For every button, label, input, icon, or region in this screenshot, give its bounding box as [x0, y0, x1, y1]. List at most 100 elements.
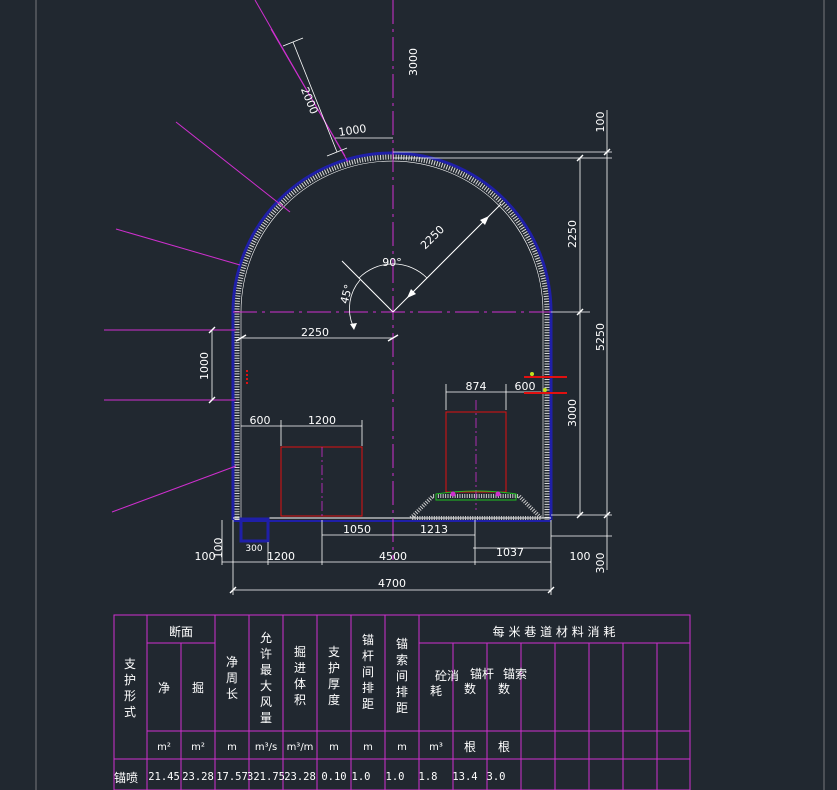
- hdr-char: 支: [328, 645, 340, 659]
- dimension-labels: 2000 1000 3000 100 2250 5250 3000 2250 9…: [195, 48, 608, 590]
- angle-arrow-45: [350, 323, 357, 330]
- hdr-char: 最: [260, 663, 272, 677]
- hdr-char: 锚: [503, 666, 515, 681]
- cell-bolt-count: 13.4: [452, 771, 477, 783]
- hdr-char: 排: [396, 685, 408, 699]
- dim-label-100-vertical-left: 100: [212, 538, 225, 559]
- dim-label-600-left: 600: [250, 414, 271, 427]
- header-cable-count: 锚 索 数: [498, 666, 527, 696]
- hdr-char: 许: [260, 647, 272, 661]
- unit-support-thickness: m: [329, 742, 339, 753]
- dim-label-3000-right: 3000: [566, 399, 579, 427]
- header-support-thickness: 支 护 厚 度: [328, 645, 340, 707]
- dim-label-1200-bottom: 1200: [267, 550, 295, 563]
- hdr-char: 长: [226, 687, 238, 701]
- header-bolt-spacing: 锚 杆 间 排 距: [362, 632, 374, 711]
- hdr-char: 允: [260, 630, 272, 645]
- header-cable-spacing: 锚 索 间 排 距: [396, 636, 408, 715]
- dim-label-radius: 2250: [418, 223, 447, 252]
- cable-marker-2: [543, 388, 547, 392]
- header-net-perimeter: 净 周 长: [226, 655, 238, 701]
- cell-cable-count: 3.0: [487, 771, 506, 783]
- dim-2000-ext1: [282, 37, 304, 47]
- hdr-char: 护: [328, 661, 340, 675]
- hdr-char: 进: [294, 661, 306, 675]
- dim-label-3000-top: 3000: [407, 48, 420, 76]
- dim-label-2000: 2000: [298, 85, 321, 116]
- hdr-char: 距: [362, 697, 374, 711]
- cad-drawing-canvas: 2000 1000 3000 100 2250 5250 3000 2250 9…: [35, 0, 825, 790]
- header-support-form-2: 护: [124, 673, 136, 687]
- hdr-char: 索: [396, 653, 408, 667]
- radius-dim-line: [406, 215, 490, 299]
- cell-concrete: 1.8: [419, 771, 438, 783]
- dim-label-300-bottom-left: 300: [245, 544, 262, 554]
- dim-label-100-bottom-right: 100: [570, 550, 591, 563]
- unit-max-airflow: m³/s: [255, 742, 277, 753]
- hdr-char: 积: [294, 693, 306, 707]
- hdr-char: 砼: [435, 669, 447, 683]
- unit-bolt-count: 根: [464, 740, 476, 754]
- unit-bolt-spacing: m: [363, 742, 373, 753]
- cable-marker-1: [530, 372, 534, 376]
- header-net: 净: [158, 681, 170, 695]
- cell-support-thickness: 0.10: [321, 771, 346, 783]
- hdr-char: 间: [362, 665, 374, 679]
- rail-left: [450, 491, 456, 497]
- hdr-char: 风: [260, 695, 272, 709]
- header-max-airflow: 允 许 最 大 风 量: [260, 630, 272, 725]
- header-support-form-3: 形: [124, 689, 136, 703]
- rib-line-2: [175, 121, 291, 213]
- hdr-char: 锚: [362, 632, 374, 647]
- unit-net-perimeter: m: [227, 742, 237, 753]
- unit-excavation: m²: [191, 742, 205, 753]
- header-support-form: 支 护 形 式: [124, 657, 136, 719]
- cell-excavation-volume: 23.28: [284, 771, 316, 783]
- hdr-char: 周: [226, 671, 238, 685]
- rib-line-6: [111, 465, 237, 513]
- cell-bolt-spacing: 1.0: [352, 771, 371, 783]
- dim-label-100-top: 100: [594, 112, 607, 133]
- dim-label-300-bottom-right: 300: [594, 553, 607, 574]
- rail-right: [495, 491, 501, 497]
- header-support-form-4: 式: [124, 705, 136, 719]
- dim-label-2250: 2250: [301, 326, 329, 339]
- hdr-char: 厚: [328, 677, 340, 691]
- hdr-char: 锚: [396, 636, 408, 651]
- dim-label-45: 45°: [338, 283, 356, 305]
- unit-excavation-volume: m³/m: [287, 742, 314, 753]
- dim-label-4500: 4500: [379, 550, 407, 563]
- cell-excavation: 23.28: [182, 771, 214, 783]
- hdr-char: 大: [260, 679, 272, 693]
- hdr-char: 排: [362, 681, 374, 695]
- unit-cable-spacing: m: [397, 742, 407, 753]
- net-section-outline: [240, 160, 544, 518]
- hdr-char: 掘: [294, 644, 306, 659]
- dim-label-1213: 1213: [420, 523, 448, 536]
- cell-support-form: 锚喷: [114, 770, 138, 785]
- hdr-char: 数: [498, 681, 510, 696]
- parameter-table: 支 护 形 式 断面 净 掘 净 周 长 允 许 最 大 风 量 掘 进 体 积…: [113, 614, 691, 790]
- dim-label-600-right: 600: [515, 380, 536, 393]
- cell-cable-spacing: 1.0: [386, 771, 405, 783]
- hdr-char: 数: [464, 681, 476, 696]
- unit-concrete: m³: [429, 742, 443, 753]
- hdr-char: 净: [226, 655, 238, 669]
- hdr-char: 索: [515, 667, 527, 681]
- header-section: 断面: [169, 624, 193, 639]
- hdr-char: 锚: [470, 666, 482, 681]
- dim-label-1000-left: 1000: [198, 352, 211, 380]
- cell-net: 21.45: [148, 771, 180, 783]
- center-lines: [104, 0, 551, 560]
- header-support-form-1: 支: [124, 657, 136, 671]
- cell-max-airflow: 321.75: [247, 771, 285, 783]
- hdr-char: 距: [396, 701, 408, 715]
- unit-cable-count: 根: [498, 740, 510, 754]
- hdr-char: 体: [294, 677, 306, 691]
- dim-label-4700: 4700: [378, 577, 406, 590]
- cell-net-perimeter: 17.57: [216, 771, 248, 783]
- left-vehicle-outline: [280, 446, 363, 517]
- table-data-row: 锚喷 21.45 23.28 17.57 321.75 23.28 0.10 1…: [114, 770, 505, 785]
- header-bolt-count: 锚 杆 数: [464, 666, 494, 696]
- dim-label-1037: 1037: [496, 546, 524, 559]
